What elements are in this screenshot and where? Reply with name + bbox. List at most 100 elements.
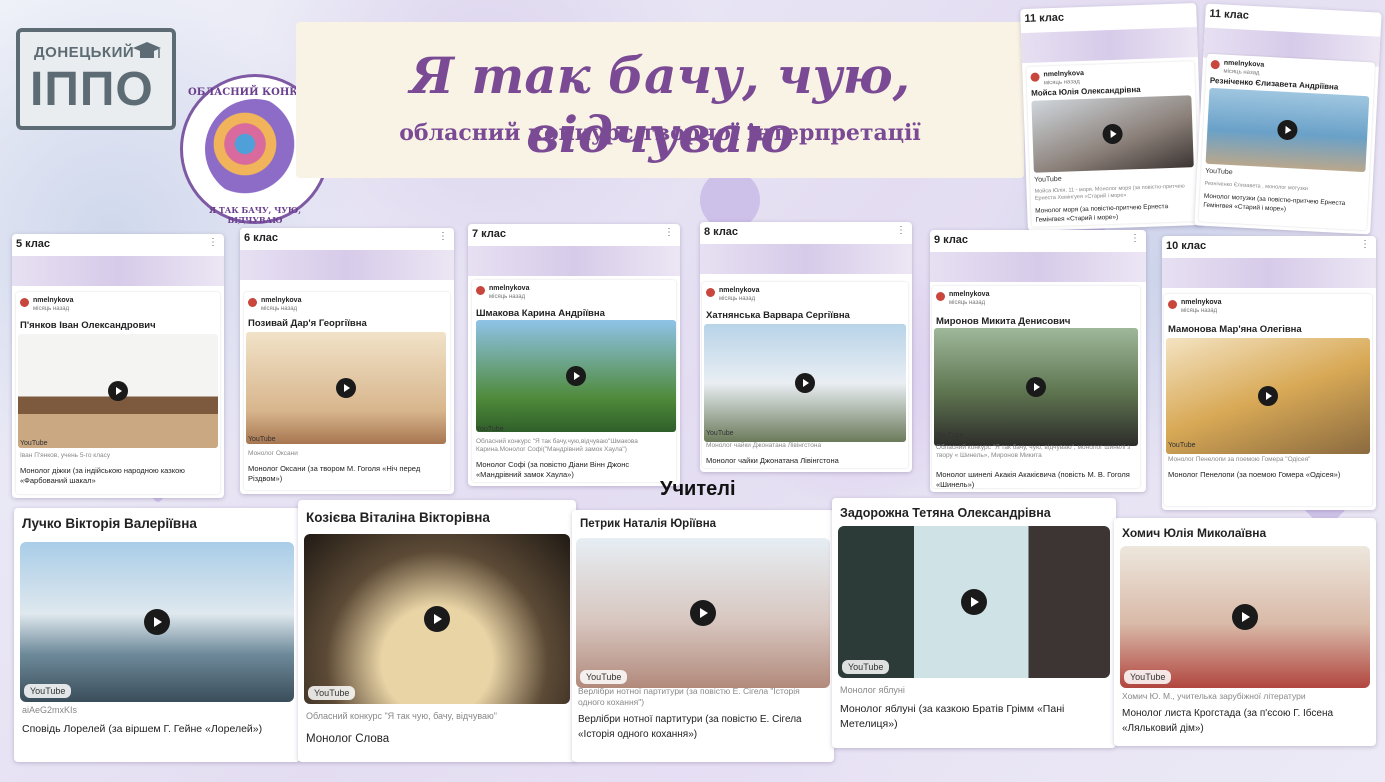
column-heading: 8 клас — [704, 226, 739, 238]
post-title: П'янков Іван Олександрович — [20, 320, 156, 331]
play-button-icon[interactable] — [690, 600, 716, 626]
video-thumbnail[interactable] — [18, 334, 218, 448]
video-meta: Мойса Юлія, 11 - моря. Монолог моря (за … — [1034, 183, 1185, 202]
more-options-icon[interactable]: ⋮ — [1130, 233, 1140, 244]
more-options-icon[interactable]: ⋮ — [664, 227, 674, 238]
video-thumbnail[interactable]: YouTube — [20, 542, 294, 702]
play-button-icon[interactable] — [1102, 123, 1123, 145]
post-description: Сповідь Лорелей (за віршем Г. Гейне «Лор… — [22, 723, 263, 735]
youtube-label: YouTube — [476, 426, 504, 433]
video-thumbnail[interactable] — [704, 324, 906, 442]
grade-11-card-1: 11 клас nmelnykova місяць назад Мойса Юл… — [1020, 2, 1204, 232]
column-heading: 11 клас — [1209, 7, 1250, 22]
page-title: Я так бачу, чую, відчуваю — [409, 46, 911, 164]
youtube-label: YouTube — [842, 660, 890, 674]
post-card[interactable]: nmelnykova місяць назад Резніченко Єлиза… — [1198, 53, 1376, 231]
grade-11-card-2: 11 клас nmelnykova місяць назад Резнічен… — [1194, 3, 1382, 235]
post-card[interactable]: nmelnykova місяць назад Хатнянська Варва… — [702, 282, 908, 468]
video-thumbnail[interactable] — [1031, 95, 1194, 173]
play-button-icon[interactable] — [336, 378, 356, 398]
video-thumbnail[interactable] — [934, 328, 1138, 446]
grade-8-card: 8 клас ⋮ nmelnykova місяць назад Хатнянс… — [700, 222, 912, 472]
post-description: Монолог шинелі Акакія Акакієвича (повіст… — [936, 470, 1130, 489]
video-meta: Хомич Ю. М., учителька зарубіжної літера… — [1122, 691, 1306, 701]
post-card[interactable]: nmelnykova місяць назад Шмакова Карина А… — [472, 280, 676, 482]
teacher-card-1[interactable]: Лучко Вікторія Валеріївна YouTube aiAeG2… — [14, 508, 300, 762]
post-description: Монолог Софі (за повістю Діани Вінн Джон… — [476, 460, 630, 479]
teacher-name: Хомич Юлія Миколаївна — [1122, 526, 1267, 540]
post-author: nmelnykova місяць назад — [20, 296, 73, 313]
video-meta: Обласний конкурс "Я так бачу, чую, відчу… — [936, 444, 1131, 459]
post-description: Монолог Пенелопи (за поемою Гомера «Одіс… — [1168, 470, 1341, 479]
youtube-label: YouTube — [1034, 175, 1062, 184]
teacher-card-3[interactable]: Петрик Наталія Юріївна YouTube Верлібри … — [572, 510, 834, 762]
video-thumbnail[interactable] — [246, 332, 446, 444]
more-options-icon[interactable]: ⋮ — [1360, 239, 1370, 250]
post-author: nmelnykova місяць назад — [1168, 298, 1221, 315]
avatar — [20, 298, 29, 307]
play-button-icon[interactable] — [1276, 119, 1298, 141]
video-meta: Верлібри нотної партитури (за повістю Е.… — [578, 686, 800, 707]
post-title: Мамонова Мар'яна Олегівна — [1168, 324, 1302, 335]
post-card[interactable]: nmelnykova місяць назад Миронов Микита Д… — [932, 286, 1140, 489]
video-meta: Іван П'янков, учень 5-го класу — [20, 452, 111, 459]
play-button-icon[interactable] — [961, 589, 987, 615]
ippo-logo: ДОНЕЦЬКИЙ ІППО — [16, 28, 176, 130]
teachers-heading: Учителі — [660, 478, 736, 500]
video-thumbnail[interactable] — [1166, 338, 1370, 454]
grade-5-card: 5 клас ⋮ nmelnykova місяць назад П'янков… — [12, 234, 224, 498]
video-thumbnail[interactable]: YouTube — [304, 534, 570, 704]
play-button-icon[interactable] — [566, 366, 586, 386]
video-thumbnail[interactable]: YouTube — [838, 526, 1110, 678]
post-author: nmelnykova місяць назад — [1030, 69, 1084, 88]
more-options-icon[interactable]: ⋮ — [438, 231, 448, 242]
column-heading: 11 клас — [1024, 11, 1065, 25]
play-button-icon[interactable] — [108, 381, 128, 401]
avatar — [936, 292, 945, 301]
post-author: nmelnykova місяць назад — [248, 296, 301, 313]
post-card[interactable]: nmelnykova місяць назад Мойса Юлія Олекс… — [1026, 61, 1200, 227]
youtube-label: YouTube — [1124, 670, 1172, 684]
video-meta: Монолог Оксани — [248, 450, 298, 457]
post-description: Монолог чайки Джонатана Лівінгстона — [706, 456, 839, 465]
play-button-icon[interactable] — [1232, 604, 1258, 630]
grade-7-card: 7 клас ⋮ nmelnykova місяць назад Шмакова… — [468, 224, 680, 486]
teacher-name: Задорожна Тетяна Олександрівна — [840, 506, 1051, 520]
logo-main-text: ІППО — [30, 63, 154, 116]
youtube-label: YouTube — [24, 684, 72, 698]
post-card[interactable]: nmelnykova місяць назад Позивай Дар'я Ге… — [244, 292, 450, 490]
title-banner: Я так бачу, чую, відчуваю обласний конку… — [296, 22, 1024, 178]
play-button-icon[interactable] — [424, 606, 450, 632]
column-heading: 10 клас — [1166, 240, 1207, 252]
youtube-label: YouTube — [20, 440, 48, 447]
video-thumbnail[interactable] — [1205, 87, 1370, 173]
more-options-icon[interactable]: ⋮ — [208, 237, 218, 248]
grade-9-card: 9 клас ⋮ nmelnykova місяць назад Миронов… — [930, 230, 1146, 492]
post-author: nmelnykova місяць назад — [476, 284, 529, 301]
play-button-icon[interactable] — [144, 609, 170, 635]
video-thumbnail[interactable]: YouTube — [1120, 546, 1370, 688]
column-heading: 5 клас — [16, 238, 51, 250]
video-meta: Обласний конкурс "Я так бачу,чую,відчува… — [476, 438, 638, 453]
video-meta: Монолог чайки Джонатана Лівінгстона — [706, 442, 822, 449]
column-heading: 7 клас — [472, 228, 507, 240]
teacher-name: Лучко Вікторія Валеріївна — [22, 516, 197, 531]
play-button-icon[interactable] — [795, 373, 815, 393]
post-description: Монолог яблуні (за казкою Братів Грімм «… — [840, 703, 1065, 730]
post-title: Позивай Дар'я Георгіївна — [248, 318, 367, 329]
youtube-label: YouTube — [248, 436, 276, 443]
play-button-icon[interactable] — [1258, 386, 1278, 406]
play-button-icon[interactable] — [1026, 377, 1046, 397]
more-options-icon[interactable]: ⋮ — [896, 225, 906, 236]
video-thumbnail[interactable]: YouTube — [576, 538, 830, 688]
seal-bottom-text: Я ТАК БАЧУ, ЧУЮ, ВІДЧУВАЮ — [209, 205, 301, 225]
teacher-card-2[interactable]: Козієва Віталіна Вікторівна YouTube Обла… — [298, 500, 576, 762]
post-description: Монолог Слова — [306, 733, 390, 745]
logo-top-text: ДОНЕЦЬКИЙ — [34, 44, 135, 61]
teacher-card-4[interactable]: Задорожна Тетяна Олександрівна YouTube М… — [832, 498, 1116, 748]
column-heading: 9 клас — [934, 234, 969, 246]
post-card[interactable]: nmelnykova місяць назад П'янков Іван Оле… — [16, 292, 220, 494]
video-thumbnail[interactable] — [476, 320, 676, 432]
teacher-card-5[interactable]: Хомич Юлія Миколаївна YouTube Хомич Ю. М… — [1114, 518, 1376, 746]
post-card[interactable]: nmelnykova місяць назад Мамонова Мар'яна… — [1164, 294, 1372, 506]
